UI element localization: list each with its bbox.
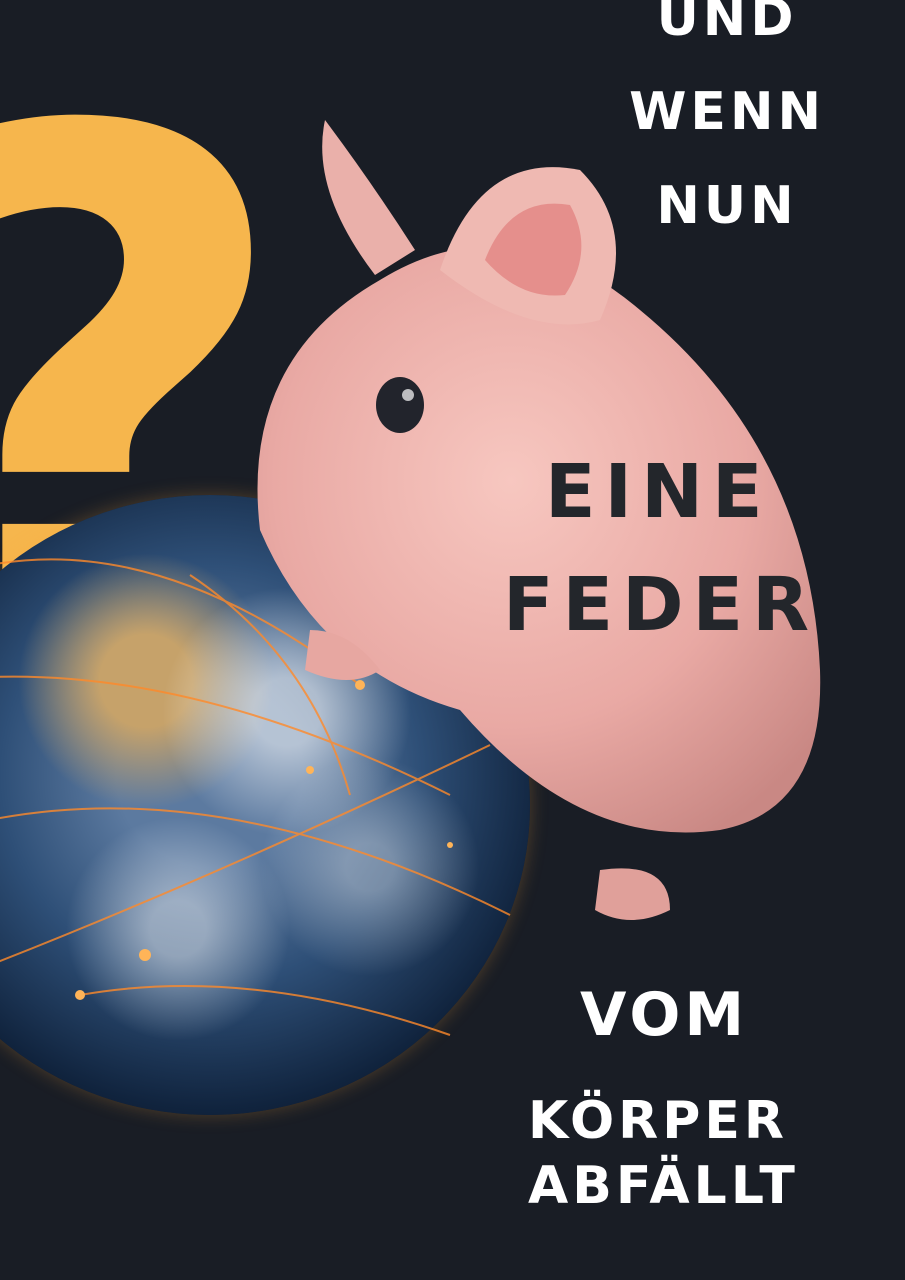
headline-top: UND WENN NUN: [629, 0, 825, 274]
headline-line: UND: [656, 0, 798, 48]
headline-line: NUN: [656, 176, 798, 236]
headline-vom: VOM: [580, 980, 749, 1050]
headline-koerper: KÖRPER: [528, 1091, 788, 1151]
headline-abfaellt: ABFÄLLT: [528, 1156, 799, 1216]
headline-feder: FEDER: [503, 562, 819, 648]
headline-eine: EINE: [545, 449, 772, 535]
poster: ?: [0, 0, 905, 1280]
headline-line: WENN: [629, 82, 825, 142]
